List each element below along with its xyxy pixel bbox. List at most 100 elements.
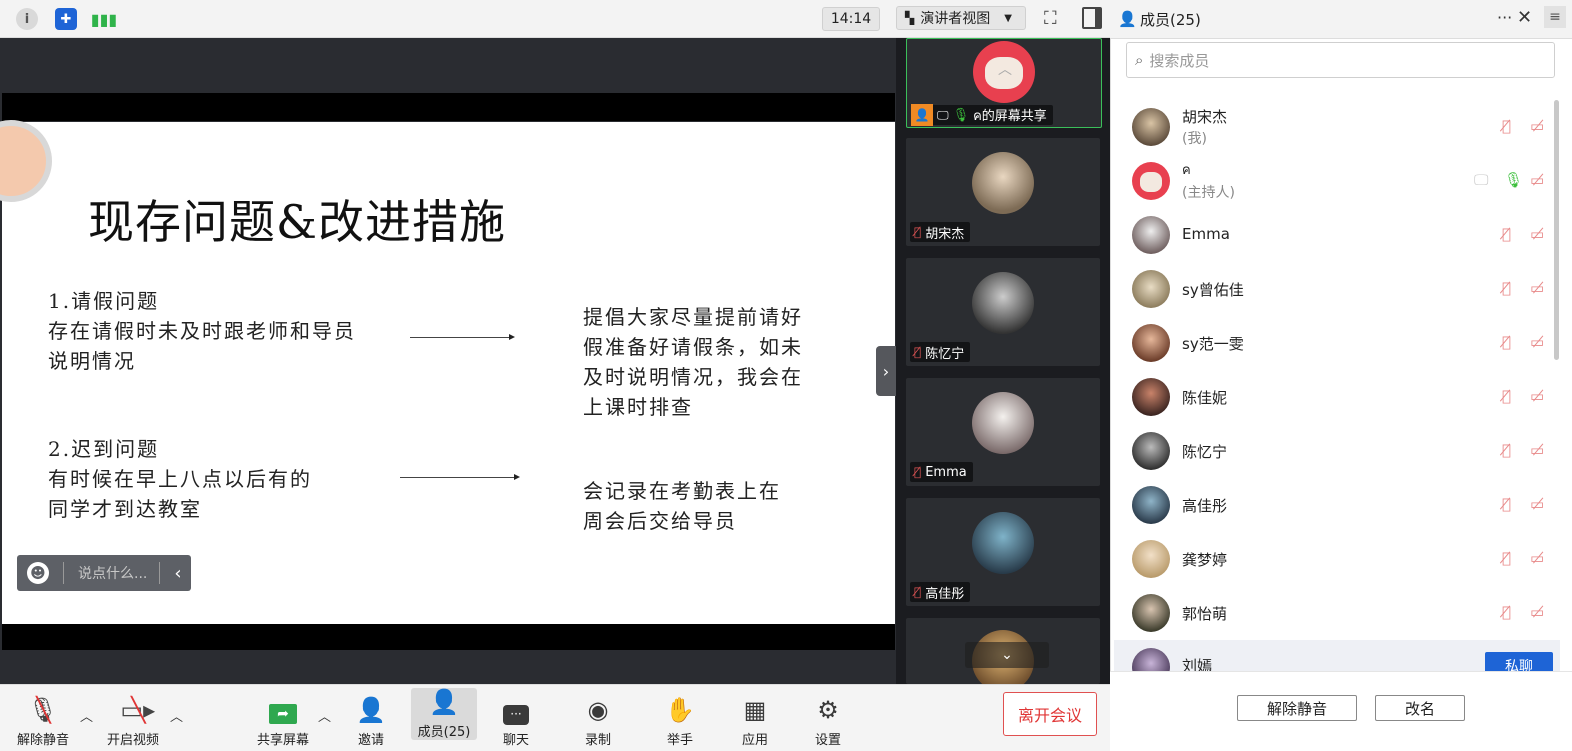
member-name: 胡宋杰 <box>1182 108 1228 126</box>
member-row[interactable]: 胡宋杰 (我) 🎙̸ ▭̸ <box>1114 100 1560 154</box>
avatar <box>1132 432 1170 470</box>
mic-off-icon[interactable]: 🎙̸ <box>1502 441 1511 459</box>
emoji-icon[interactable]: ☻ <box>27 562 49 584</box>
share-screen-label: 共享屏幕 <box>256 733 309 748</box>
chat-label: 聊天 <box>502 733 529 748</box>
share-options-caret-icon[interactable]: ︿ <box>318 706 331 725</box>
view-layout-icon: ▚ <box>905 11 915 25</box>
camera-off-icon[interactable]: ▭̸ <box>1530 603 1544 621</box>
measure-2-line-2: 周会后交给导员 <box>583 509 737 533</box>
invite-button[interactable]: 👤 邀请 <box>345 688 397 748</box>
member-name: ค <box>1182 163 1191 178</box>
divider <box>63 562 64 584</box>
audio-options-caret-icon[interactable]: ︿ <box>80 706 93 725</box>
shield-icon[interactable]: ✚ <box>55 8 77 30</box>
collapse-video-column-button[interactable]: › <box>876 346 896 396</box>
arrow-line-1 <box>410 337 510 338</box>
raise-hand-button[interactable]: ✋ 举手 <box>656 688 704 748</box>
member-row[interactable]: 高佳彤 🎙̸ ▭̸ <box>1114 478 1560 532</box>
members-label: 成员(25) <box>417 725 471 740</box>
mic-off-icon[interactable]: 🎙̸ <box>1502 387 1511 405</box>
video-tile-host-share[interactable]: ︿ 👤 🖵 🎙 ค的屏幕共享 <box>906 38 1102 128</box>
member-name: 郭怡萌 <box>1182 605 1228 623</box>
unmute-button[interactable]: 🎙╲ 解除静音 <box>12 688 74 748</box>
mic-off-icon[interactable]: 🎙̸ <box>1502 603 1511 621</box>
record-button[interactable]: ◉ 录制 <box>574 688 622 748</box>
avatar <box>1132 216 1170 254</box>
unmute-all-button[interactable]: 解除静音 <box>1237 695 1357 721</box>
camera-off-icon[interactable]: ▭̸ <box>1530 279 1544 297</box>
video-tile-participant[interactable]: 🎙̸ 陈忆宁 <box>906 258 1100 366</box>
mic-off-icon[interactable]: 🎙̸ <box>1502 549 1511 567</box>
mic-off-icon: 🎙̸ <box>914 465 922 479</box>
mic-off-icon[interactable]: 🎙̸ <box>1502 333 1511 351</box>
camera-off-icon[interactable]: ▭̸ <box>1530 171 1544 189</box>
member-row[interactable]: 陈忆宁 🎙̸ ▭̸ <box>1114 424 1560 478</box>
member-row[interactable]: 龚梦婷 🎙̸ ▭̸ <box>1114 532 1560 586</box>
unmute-label: 解除静音 <box>16 733 69 748</box>
chevron-up-icon[interactable]: ︿ <box>998 59 1012 79</box>
mic-off-icon[interactable]: 🎙̸ <box>1502 225 1511 243</box>
mic-off-icon[interactable]: 🎙̸ <box>1502 279 1511 297</box>
measure-1-line-3: 及时说明情况，我会在 <box>583 365 803 389</box>
camera-off-icon[interactable]: ▭̸ <box>1530 333 1544 351</box>
video-tile-participant[interactable]: 🎙̸ 胡宋杰 <box>906 138 1100 246</box>
sidebar-layout-icon[interactable] <box>1082 7 1102 29</box>
rename-button[interactable]: 改名 <box>1375 695 1465 721</box>
mic-on-icon[interactable]: 🎙 <box>1504 171 1523 189</box>
apps-button[interactable]: ▦ 应用 <box>731 688 779 748</box>
chevron-down-icon[interactable]: ⌄ <box>965 642 1049 668</box>
measure-1-line-4: 上课时排查 <box>583 395 693 419</box>
member-row[interactable]: 陈佳妮 🎙̸ ▭̸ <box>1114 370 1560 424</box>
chat-button[interactable]: ··· 聊天 <box>492 688 540 748</box>
avatar <box>1132 486 1170 524</box>
mic-off-icon: 🎙╲ <box>27 696 59 724</box>
close-icon[interactable]: ✕ <box>1517 7 1532 28</box>
search-placeholder: 搜索成员 <box>1149 51 1210 70</box>
raise-hand-label: 举手 <box>666 733 693 748</box>
member-name: sy曾佑佳 <box>1182 281 1244 299</box>
mic-off-icon: 🎙̸ <box>914 225 922 239</box>
member-row[interactable]: 郭怡萌 🎙̸ ▭̸ <box>1114 586 1560 640</box>
camera-off-icon[interactable]: ▭̸ <box>1530 495 1544 513</box>
mic-off-icon[interactable]: 🎙̸ <box>1502 117 1511 135</box>
member-row[interactable]: Emma 🎙̸ ▭̸ <box>1114 208 1560 262</box>
tile-name: ค的屏幕共享 <box>973 108 1047 124</box>
avatar <box>1132 108 1170 146</box>
member-search-input[interactable]: ⌕ 搜索成员 <box>1126 42 1555 78</box>
video-tile-participant[interactable]: 🎙̸ 高佳彤 <box>906 498 1100 606</box>
members-button[interactable]: 👤 成员(25) <box>411 688 477 740</box>
signal-bars-icon[interactable]: ▮▮▮ <box>91 8 117 30</box>
video-tile-participant[interactable]: 🎙̸ Emma <box>906 378 1100 486</box>
mic-off-icon[interactable]: 🎙̸ <box>1502 495 1511 513</box>
tile-name: 高佳彤 <box>925 586 965 602</box>
member-row[interactable]: sy曾佑佳 🎙̸ ▭̸ <box>1114 262 1560 316</box>
leave-meeting-button[interactable]: 离开会议 <box>1003 692 1097 736</box>
view-mode-select[interactable]: ▚ 演讲者视图 ▼ <box>896 6 1026 30</box>
camera-off-icon[interactable]: ▭̸ <box>1530 441 1544 459</box>
camera-off-icon[interactable]: ▭̸ <box>1530 549 1544 567</box>
member-row[interactable]: sy范一雯 🎙̸ ▭̸ <box>1114 316 1560 370</box>
share-screen-button[interactable]: ➦ 共享屏幕 <box>252 688 314 748</box>
chevron-left-icon[interactable]: ‹ <box>174 563 181 584</box>
member-name: 刘嫣 <box>1182 657 1213 671</box>
avatar <box>1132 270 1170 308</box>
bottom-toolbar <box>0 684 1110 751</box>
camera-off-icon[interactable]: ▭̸ <box>1530 387 1544 405</box>
menu-icon[interactable]: ≡ <box>1544 6 1566 28</box>
hand-icon: ✋ <box>665 696 695 724</box>
start-video-button[interactable]: ▭▸╲ 开启视频 <box>100 688 166 748</box>
member-row[interactable]: ค (主持人) 🖵 🎙 ▭̸ <box>1114 154 1560 208</box>
record-label: 录制 <box>584 733 611 748</box>
settings-button[interactable]: ⚙ 设置 <box>804 688 852 748</box>
letterbox-bottom <box>2 624 895 650</box>
member-name: 高佳彤 <box>1182 497 1228 515</box>
info-icon[interactable]: i <box>16 8 38 30</box>
member-list-scrollbar[interactable] <box>1554 100 1559 360</box>
quick-chat-input[interactable]: ☻ 说点什么... ‹ <box>17 555 191 591</box>
camera-off-icon[interactable]: ▭̸ <box>1530 117 1544 135</box>
more-options-icon[interactable]: ··· <box>1497 8 1512 27</box>
video-options-caret-icon[interactable]: ︿ <box>170 706 183 725</box>
fullscreen-icon[interactable]: ⛶ <box>1044 8 1057 29</box>
camera-off-icon[interactable]: ▭̸ <box>1530 225 1544 243</box>
